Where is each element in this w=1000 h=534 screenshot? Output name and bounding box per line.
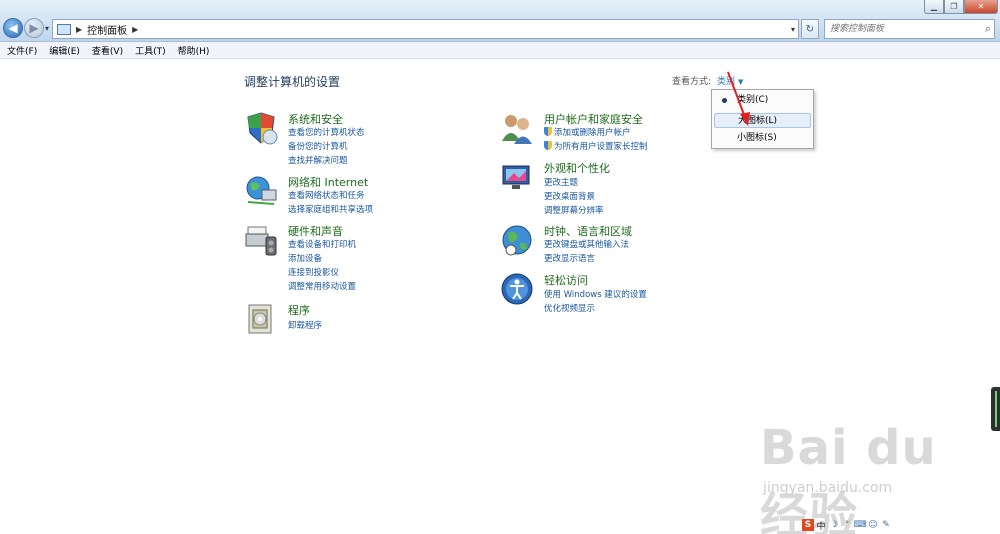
uac-shield-icon <box>544 127 552 136</box>
page-title: 调整计算机的设置 <box>244 75 341 89</box>
punctuation-icon[interactable]: ° <box>841 519 853 531</box>
moon-icon[interactable]: ☽ <box>828 519 840 531</box>
category-network-internet: 网络和 Internet 查看网络状态和任务 选择家庭组和共享选项 <box>244 174 464 218</box>
category-link[interactable]: 连接到投影仪 <box>288 266 339 278</box>
users-icon[interactable] <box>500 111 534 145</box>
category-link[interactable]: 更改显示语言 <box>544 252 595 264</box>
category-link-text[interactable]: 为所有用户设置家长控制 <box>554 142 648 152</box>
category-link[interactable]: 使用 Windows 建议的设置 <box>544 288 647 300</box>
minimize-button[interactable]: ▁ <box>924 0 944 14</box>
category-link[interactable]: 查看网络状态和任务 <box>288 189 365 201</box>
forward-button[interactable]: ▶ <box>24 18 44 38</box>
category-link[interactable]: 选择家庭组和共享选项 <box>288 203 373 215</box>
category-link[interactable]: 更改键盘或其他输入法 <box>544 238 629 250</box>
menu-view[interactable]: 查看(V) <box>87 44 128 57</box>
category-link[interactable]: 为所有用户设置家长控制 <box>544 140 648 152</box>
category-link[interactable]: 调整常用移动设置 <box>288 280 356 292</box>
category-hardware-sound: 硬件和声音 查看设备和打印机 添加设备 连接到投影仪 调整常用移动设置 <box>244 223 464 295</box>
category-link[interactable]: 查找并解决问题 <box>288 154 348 166</box>
globe-clock-icon[interactable] <box>500 223 534 257</box>
category-link[interactable]: 调整屏幕分辨率 <box>544 204 604 216</box>
watermark-logo: Bai du 经验 <box>760 420 937 534</box>
user-icon[interactable]: ☺ <box>867 519 879 531</box>
category-clock-language: 时钟、语言和区域 更改键盘或其他输入法 更改显示语言 <box>500 223 700 267</box>
uac-shield-icon <box>544 141 552 150</box>
address-dropdown-icon[interactable]: ▾ <box>791 25 795 34</box>
menu-item-label[interactable]: 小图标(S) <box>737 133 777 143</box>
shield-icon[interactable] <box>244 111 278 145</box>
category-link-text[interactable]: 添加或删除用户帐户 <box>554 128 631 138</box>
ease-of-access-icon[interactable] <box>500 272 534 306</box>
menu-file[interactable]: 文件(F) <box>0 44 42 57</box>
display-icon[interactable] <box>500 160 534 194</box>
category-title[interactable]: 系统和安全 <box>288 111 343 127</box>
category-title[interactable]: 网络和 Internet <box>288 174 368 190</box>
forward-arrow-icon: ▶ <box>29 21 39 35</box>
network-icon[interactable] <box>244 174 278 208</box>
menu-tools[interactable]: 工具(T) <box>130 44 171 57</box>
chevron-right-icon[interactable]: ▶ <box>76 25 82 34</box>
watermark-url: jingyan.baidu.com <box>763 480 893 496</box>
sogou-logo-icon[interactable]: S <box>802 519 814 531</box>
category-programs: 程序 卸载程序 <box>244 302 464 338</box>
category-title[interactable]: 硬件和声音 <box>288 223 343 239</box>
category-link[interactable]: 更改桌面背景 <box>544 190 595 202</box>
category-link[interactable]: 卸载程序 <box>288 319 322 331</box>
red-arrow-annotation <box>727 71 750 126</box>
category-user-accounts: 用户帐户和家庭安全 添加或删除用户帐户 为所有用户设置家长控制 <box>500 111 700 156</box>
close-button[interactable]: ✕ <box>964 0 998 14</box>
category-title[interactable]: 程序 <box>288 302 310 318</box>
category-link[interactable]: 查看设备和打印机 <box>288 238 356 250</box>
control-panel-icon <box>57 23 71 35</box>
search-box[interactable]: ⌕ <box>824 19 995 39</box>
menu-item-small-icons[interactable]: 小图标(S) <box>714 131 811 146</box>
category-link[interactable]: 添加设备 <box>288 252 322 264</box>
breadcrumb-control-panel[interactable]: 控制面板 <box>87 22 127 37</box>
view-by-label: 查看方式: <box>672 77 712 87</box>
category-link[interactable]: 优化视频显示 <box>544 302 595 314</box>
category-title[interactable]: 外观和个性化 <box>544 160 610 176</box>
chevron-right-icon[interactable]: ▶ <box>132 25 138 34</box>
category-ease-of-access: 轻松访问 使用 Windows 建议的设置 优化视频显示 <box>500 272 700 316</box>
category-link[interactable]: 更改主题 <box>544 176 578 188</box>
back-button[interactable]: ◀ <box>3 18 23 38</box>
refresh-icon: ↻ <box>805 23 815 35</box>
baidu-watermark: Bai du 经验 jingyan.baidu.com <box>760 420 1000 534</box>
refresh-button[interactable]: ↻ <box>801 19 819 39</box>
menu-help[interactable]: 帮助(H) <box>173 44 215 57</box>
category-title[interactable]: 时钟、语言和区域 <box>544 223 632 239</box>
category-title[interactable]: 用户帐户和家庭安全 <box>544 111 643 127</box>
ime-mode-indicator[interactable]: 中 <box>815 519 827 532</box>
category-appearance: 外观和个性化 更改主题 更改桌面背景 调整屏幕分辨率 <box>500 160 700 218</box>
keyboard-icon[interactable]: ⌨ <box>854 519 867 531</box>
search-input[interactable] <box>825 20 975 38</box>
address-toolbar: ◀ ▶ ▾ ▶ 控制面板 ▶ ▾ ↻ ⌕ ▁ ❐ ✕ <box>0 0 1000 42</box>
maximize-button[interactable]: ❐ <box>944 0 964 14</box>
back-arrow-icon: ◀ <box>8 21 18 35</box>
programs-icon[interactable] <box>244 302 278 336</box>
search-icon[interactable]: ⌕ <box>985 22 991 36</box>
printer-icon[interactable] <box>244 223 278 257</box>
menu-edit[interactable]: 编辑(E) <box>44 44 85 57</box>
menu-bar: 文件(F) 编辑(E) 查看(V) 工具(T) 帮助(H) <box>0 42 1000 59</box>
category-link[interactable]: 添加或删除用户帐户 <box>544 126 631 138</box>
category-link[interactable]: 备份您的计算机 <box>288 140 348 152</box>
category-link[interactable]: 查看您的计算机状态 <box>288 126 365 138</box>
ime-toolbar: S 中 ☽ ° ⌨ ☺ ✎ <box>802 519 893 532</box>
recent-pages-dropdown[interactable]: ▾ <box>45 24 49 33</box>
category-system-security: 系统和安全 查看您的计算机状态 备份您的计算机 查找并解决问题 <box>244 111 464 171</box>
category-title[interactable]: 轻松访问 <box>544 272 588 288</box>
address-bar[interactable]: ▶ 控制面板 ▶ ▾ <box>52 19 799 39</box>
tools-icon[interactable]: ✎ <box>880 519 892 531</box>
